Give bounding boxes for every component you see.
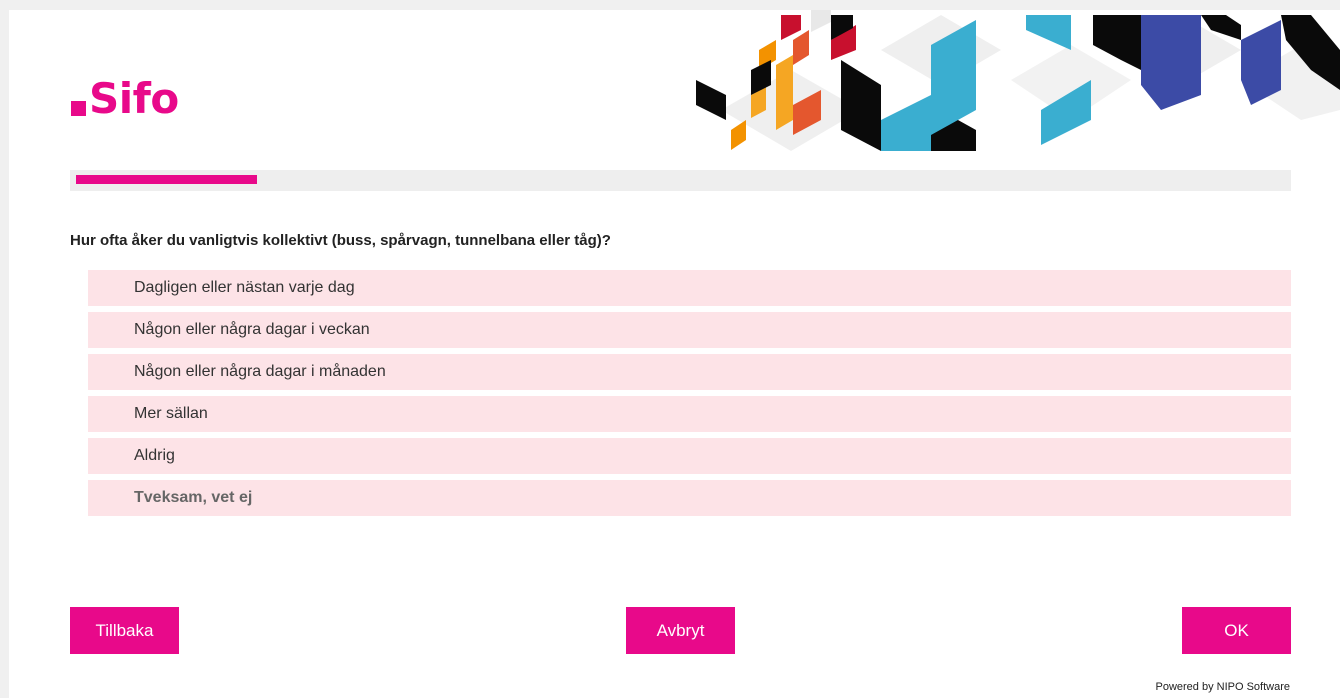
decorative-banner [696, 10, 1340, 151]
answer-options: Dagligen eller nästan varje dag Någon el… [88, 270, 1291, 522]
back-button[interactable]: Tillbaka [70, 607, 179, 654]
answer-option-monthly[interactable]: Någon eller några dagar i månaden [88, 354, 1291, 390]
answer-option-weekly[interactable]: Någon eller några dagar i veckan [88, 312, 1291, 348]
survey-page: Sifo Hur ofta åker du vanligtvis kollekt… [9, 10, 1340, 698]
progress-bar-fill [76, 175, 257, 184]
answer-option-dont-know[interactable]: Tveksam, vet ej [88, 480, 1291, 516]
progress-bar [70, 170, 1291, 191]
sifo-logo: Sifo [71, 76, 179, 122]
question-text: Hur ofta åker du vanligtvis kollektivt (… [70, 232, 611, 249]
ok-button[interactable]: OK [1182, 607, 1291, 654]
answer-option-rarely[interactable]: Mer sällan [88, 396, 1291, 432]
logo-square-icon [71, 101, 86, 116]
cancel-button[interactable]: Avbryt [626, 607, 735, 654]
answer-option-never[interactable]: Aldrig [88, 438, 1291, 474]
powered-by-text: Powered by NIPO Software [1155, 681, 1290, 693]
answer-option-daily[interactable]: Dagligen eller nästan varje dag [88, 270, 1291, 306]
logo-text: Sifo [89, 74, 179, 123]
